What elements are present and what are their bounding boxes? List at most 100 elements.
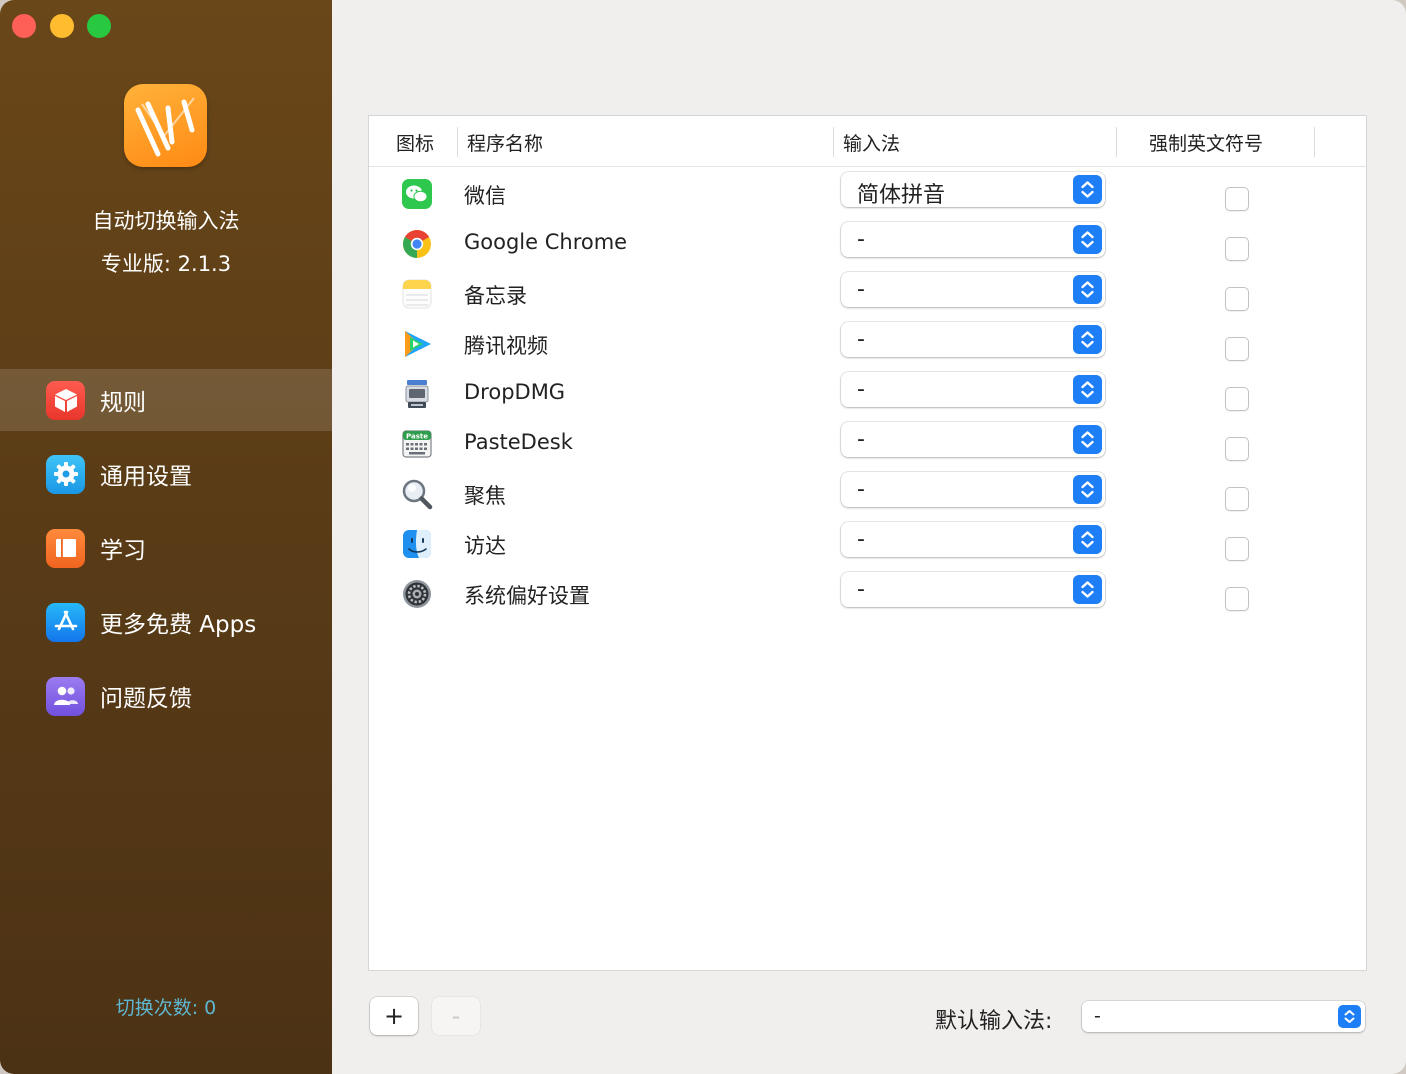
table-row[interactable]: Google Chrome - <box>369 218 1366 268</box>
input-method-value: - <box>857 577 865 602</box>
chevron-up-down-icon <box>1338 1005 1361 1028</box>
sidebar-item-learn[interactable]: 学习 <box>0 517 332 579</box>
chevron-up-down-icon <box>1073 175 1102 204</box>
input-method-select[interactable]: - <box>841 422 1105 457</box>
remove-rule-button[interactable]: - <box>432 997 480 1035</box>
input-method-value: - <box>857 227 865 252</box>
sidebar-item-rules[interactable]: 规则 <box>0 369 332 431</box>
input-method-select[interactable]: - <box>841 222 1105 257</box>
default-input-method-select[interactable]: - <box>1082 1001 1365 1032</box>
force-english-checkbox[interactable] <box>1225 587 1249 611</box>
force-english-checkbox[interactable] <box>1225 337 1249 361</box>
chevron-up-down-icon <box>1073 375 1102 404</box>
input-method-select[interactable]: 简体拼音 <box>841 172 1105 208</box>
input-method-select[interactable]: - <box>841 372 1105 407</box>
sidebar-item-label: 学习 <box>100 538 146 564</box>
sidebar-item-general-settings[interactable]: 通用设置 <box>0 443 332 505</box>
force-english-checkbox[interactable] <box>1225 187 1249 211</box>
pastedesk-icon: Paste <box>401 428 433 460</box>
sidebar-item-label: 问题反馈 <box>100 686 192 712</box>
sidebar-item-label: 规则 <box>100 390 146 416</box>
tencent-video-icon <box>401 328 433 360</box>
chevron-up-down-icon <box>1073 575 1102 604</box>
app-name-cell: 微信 <box>464 184 506 208</box>
input-method-select[interactable]: - <box>841 472 1105 507</box>
chevron-up-down-icon <box>1073 525 1102 554</box>
cube-icon <box>46 380 85 420</box>
input-method-select[interactable]: - <box>841 272 1105 307</box>
column-header-name[interactable]: 程序名称 <box>467 129 543 156</box>
input-method-value: - <box>857 477 865 502</box>
app-name-cell: 系统偏好设置 <box>464 584 590 608</box>
app-name-cell: Google Chrome <box>464 230 628 254</box>
add-rule-button[interactable]: + <box>370 997 418 1035</box>
table-row[interactable]: 访达 - <box>369 518 1366 568</box>
rules-table: 图标 程序名称 输入法 强制英文符号 微信 简体拼音 Google Chrome… <box>368 115 1367 971</box>
minimize-window-button[interactable] <box>50 14 74 38</box>
app-store-icon <box>46 602 85 642</box>
input-method-select[interactable]: - <box>841 572 1105 607</box>
app-name-cell: 聚焦 <box>464 484 506 508</box>
app-name-cell: 访达 <box>464 534 506 558</box>
close-window-button[interactable] <box>12 14 36 38</box>
table-row[interactable]: 微信 简体拼音 <box>369 168 1366 218</box>
book-icon <box>46 528 85 568</box>
app-window: 自动切换输入法 专业版: 2.1.3 规则 通用设置 学习 更多免费 Apps … <box>0 0 1406 1074</box>
finder-icon <box>401 528 433 560</box>
input-method-value: - <box>857 327 865 352</box>
sidebar-item-more-apps[interactable]: 更多免费 Apps <box>0 591 332 653</box>
sidebar-item-feedback[interactable]: 问题反馈 <box>0 665 332 727</box>
force-english-checkbox[interactable] <box>1225 537 1249 561</box>
table-row[interactable]: DropDMG - <box>369 368 1366 418</box>
app-name-cell: 备忘录 <box>464 284 527 308</box>
force-english-checkbox[interactable] <box>1225 387 1249 411</box>
column-header-force-english[interactable]: 强制英文符号 <box>1149 129 1263 156</box>
input-method-value: - <box>857 277 865 302</box>
wechat-icon <box>401 178 433 210</box>
chevron-up-down-icon <box>1073 475 1102 504</box>
force-english-checkbox[interactable] <box>1225 487 1249 511</box>
column-header-icon[interactable]: 图标 <box>396 129 434 156</box>
main-panel: 图标 程序名称 输入法 强制英文符号 微信 简体拼音 Google Chrome… <box>332 0 1406 1074</box>
app-version: 专业版: 2.1.3 <box>100 252 232 276</box>
column-separator <box>833 127 834 157</box>
spotlight-icon <box>401 478 433 510</box>
force-english-checkbox[interactable] <box>1225 437 1249 461</box>
zoom-window-button[interactable] <box>87 14 111 38</box>
app-name-cell: 腾讯视频 <box>464 334 548 358</box>
table-row[interactable]: 系统偏好设置 - <box>369 568 1366 618</box>
people-icon <box>46 676 85 716</box>
gear-icon <box>46 454 85 494</box>
svg-text:Paste: Paste <box>406 432 428 440</box>
column-separator <box>457 127 458 157</box>
input-method-value: - <box>857 527 865 552</box>
chrome-icon <box>401 228 433 260</box>
dropdmg-icon <box>401 378 433 410</box>
table-row[interactable]: 聚焦 - <box>369 468 1366 518</box>
table-row[interactable]: 备忘录 - <box>369 268 1366 318</box>
default-input-method-label: 默认输入法: <box>935 1009 1053 1034</box>
force-english-checkbox[interactable] <box>1225 237 1249 261</box>
system-preferences-icon <box>401 578 433 610</box>
sidebar-item-label: 更多免费 Apps <box>100 612 257 638</box>
chevron-up-down-icon <box>1073 425 1102 454</box>
default-input-method-value: - <box>1094 1005 1101 1027</box>
column-separator <box>1116 127 1117 157</box>
input-method-select[interactable]: - <box>841 322 1105 357</box>
chevron-up-down-icon <box>1073 225 1102 254</box>
notes-icon <box>401 278 433 310</box>
sidebar-item-label: 通用设置 <box>100 464 192 490</box>
table-row[interactable]: Paste PasteDesk - <box>369 418 1366 468</box>
app-name-cell: PasteDesk <box>464 430 573 454</box>
app-name-cell: DropDMG <box>464 380 566 404</box>
chevron-up-down-icon <box>1073 325 1102 354</box>
column-header-input-method[interactable]: 输入法 <box>843 129 900 156</box>
input-method-value: 简体拼音 <box>857 183 946 208</box>
force-english-checkbox[interactable] <box>1225 287 1249 311</box>
chevron-up-down-icon <box>1073 275 1102 304</box>
input-method-select[interactable]: - <box>841 522 1105 557</box>
sidebar: 自动切换输入法 专业版: 2.1.3 规则 通用设置 学习 更多免费 Apps … <box>0 0 332 1074</box>
table-row[interactable]: 腾讯视频 - <box>369 318 1366 368</box>
app-logo-icon <box>124 84 207 167</box>
column-separator <box>1314 127 1315 157</box>
